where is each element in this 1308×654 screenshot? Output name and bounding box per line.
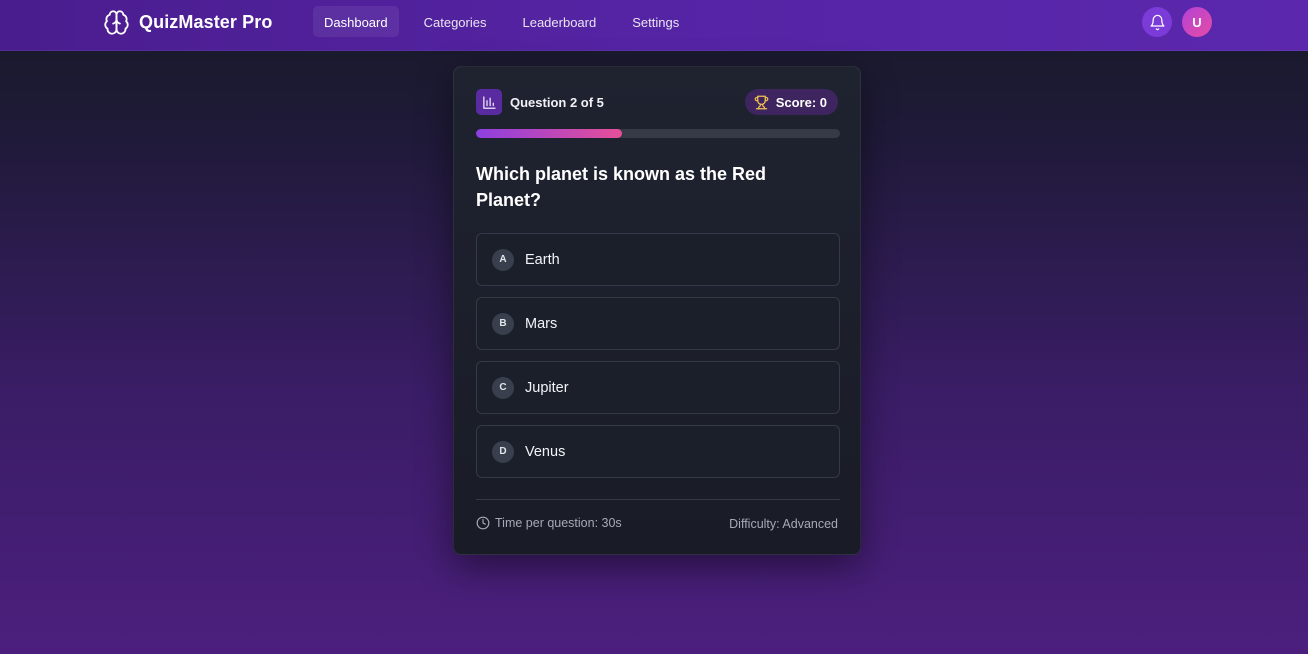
question-text: Which planet is known as the Red Planet? [476,164,767,210]
option-text: Mars [525,315,558,332]
notifications-button[interactable] [1142,7,1172,37]
bell-icon [1149,14,1165,30]
option-text: Earth [525,251,560,268]
answer-options: A Earth B Mars C Jupiter D Venus [476,233,840,489]
answer-option-a[interactable]: A Earth [476,233,840,286]
score-label: Score: 0 [775,94,827,110]
score-badge: Score: 0 [744,89,838,115]
footer-divider [476,499,840,500]
top-navbar: QuizMaster Pro Dashboard Categories Lead… [0,0,1308,51]
user-avatar[interactable]: U [1182,7,1212,37]
nav-settings[interactable]: Settings [621,6,690,37]
brain-icon [104,10,129,35]
app-name: QuizMaster Pro [139,12,273,32]
answer-option-c[interactable]: C Jupiter [476,361,840,414]
quiz-card: Question 2 of 5 Score: 0 Which planet is… [453,66,861,555]
main-nav: Dashboard Categories Leaderboard Setting… [313,6,690,37]
brand[interactable]: QuizMaster Pro [103,9,272,36]
trophy-icon [754,95,768,109]
nav-categories[interactable]: Categories [413,6,498,37]
answer-option-b[interactable]: B Mars [476,297,840,350]
question-header: Question 2 of 5 [476,89,604,115]
quiz-progress-bar [476,129,840,138]
answer-option-d[interactable]: D Venus [476,425,840,478]
time-per-question: Time per question: 30s [476,516,622,530]
option-letter: C [492,376,514,399]
option-letter: B [492,312,514,335]
nav-leaderboard[interactable]: Leaderboard [511,6,607,37]
time-per-question-label: Time per question: 30s [495,516,622,530]
bar-chart-icon [482,95,496,109]
option-letter: D [492,440,514,463]
clock-icon [476,516,490,530]
quiz-progress-fill [476,129,622,138]
option-letter: A [492,248,514,271]
difficulty-label: Difficulty: Advanced [729,517,838,531]
nav-dashboard[interactable]: Dashboard [313,6,399,37]
question-badge [476,89,502,115]
option-text: Venus [525,443,566,460]
option-text: Jupiter [525,379,569,396]
question-counter: Question 2 of 5 [510,94,604,110]
